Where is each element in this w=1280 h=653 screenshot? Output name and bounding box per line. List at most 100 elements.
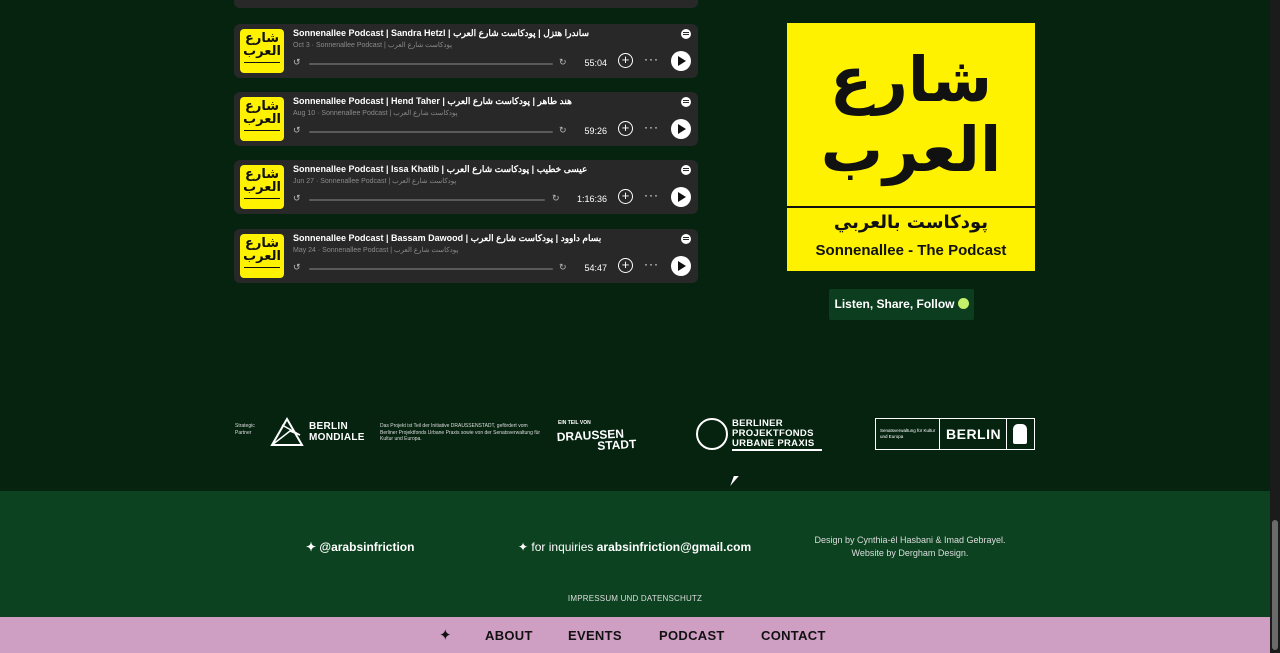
cover-tagline: پودكاست بالعربي [833,212,989,233]
artwork-text: العرب [243,44,281,59]
projektfonds-underline [732,449,822,451]
more-options-icon[interactable]: ··· [644,257,659,271]
berlin-mondiale-logo[interactable]: BERLIN MONDIALE [309,421,365,443]
play-button[interactable] [671,256,691,276]
add-icon[interactable]: + [618,189,633,204]
episode-artwork: شارع العرب [240,234,284,278]
cover-title-line-2: العرب [820,113,1002,186]
berlin-mondiale-logo-icon [270,417,304,446]
logo-divider [939,419,940,449]
episode-card[interactable]: شارع العرب Sonnenallee Podcast | Bassam … [234,229,698,283]
podcast-icon [957,298,969,309]
episode-duration: 54:47 [584,263,607,273]
listen-button-label: Listen, Share, Follow [834,297,955,311]
strategic-partner-label: Strategic Partner [235,423,255,437]
impressum-link[interactable]: IMPRESSUM UND DATENSCHUTZ [0,594,1270,603]
episode-card[interactable]: شارع العرب Sonnenallee Podcast | Hend Ta… [234,92,698,146]
artwork-divider [244,198,280,199]
episode-artwork: شارع العرب [240,29,284,73]
episode-card[interactable]: شارع العرب Sonnenallee Podcast | Sandra … [234,24,698,78]
more-options-icon[interactable]: ··· [644,52,659,66]
forward-15-icon[interactable]: ↻ [559,262,567,273]
episode-meta: Aug 10 · Sonnenallee Podcast | پودكاست ش… [293,110,458,117]
episode-meta: Oct 3 · Sonnenallee Podcast | پودكاست شا… [293,42,453,49]
more-options-icon[interactable]: ··· [644,188,659,202]
add-icon[interactable]: + [618,53,633,68]
logo-divider [1006,419,1007,449]
listen-share-follow-button[interactable]: Listen, Share, Follow [829,289,974,320]
instagram-handle-link[interactable]: ✦ @arabsinfriction [306,540,414,554]
star-icon[interactable]: ✦ [439,626,452,644]
project-funding-text: Das Projekt ist Teil der Initiative DRAU… [380,423,541,442]
page-scrollbar[interactable] [1270,0,1280,653]
rewind-15-icon[interactable]: ↺ [293,57,301,68]
spotify-icon[interactable] [681,29,691,39]
episode-card-partial [234,0,698,8]
play-button[interactable] [671,51,691,71]
rewind-15-icon[interactable]: ↺ [293,262,301,273]
forward-15-icon[interactable]: ↻ [559,57,567,68]
forward-15-icon[interactable]: ↻ [559,125,567,136]
inquiry-text: ✦ for inquiries arabsinfriction@gmail.co… [518,540,751,554]
inquiry-prefix: ✦ for inquiries [518,540,597,554]
projektfonds-logo-icon [696,418,728,450]
episode-duration: 55:04 [584,58,607,68]
progress-track[interactable] [309,63,553,65]
cover-title-line-1: شارع [829,43,993,116]
email-link[interactable]: arabsinfriction@gmail.com [597,540,751,554]
add-icon[interactable]: + [618,258,633,273]
nav-events[interactable]: EVENTS [568,628,622,643]
logo-text-line: BERLIN [309,421,349,432]
cover-divider [787,206,1035,208]
podcast-cover: شارع العرب پودكاست بالعربي Sonnenallee -… [787,23,1035,271]
nav-about[interactable]: ABOUT [485,628,533,643]
credits-line[interactable]: Website by Dergham Design. [780,547,1040,560]
episode-title[interactable]: Sonnenallee Podcast | Hend Taher | هند ط… [293,96,673,107]
episode-artwork: شارع العرب [240,165,284,209]
episode-duration: 59:26 [584,126,607,136]
episode-duration: 1:16:36 [576,194,607,204]
episode-card[interactable]: شارع العرب Sonnenallee Podcast | Issa Kh… [234,160,698,214]
draussenstadt-small-label: EIN TEIL VON [558,420,591,426]
bottom-navigation: ✦ ABOUT EVENTS PODCAST CONTACT [0,617,1270,653]
more-options-icon[interactable]: ··· [644,120,659,134]
mouse-cursor-icon [730,476,739,486]
projektfonds-logo[interactable]: BERLINER PROJEKTFONDS URBANE PRAXIS [732,419,815,449]
episode-title[interactable]: Sonnenallee Podcast | Issa Khatib | عيسى… [293,164,673,175]
senat-berlin-text: BERLIN [946,426,1002,442]
rewind-15-icon[interactable]: ↺ [293,193,301,204]
progress-track[interactable] [309,199,545,201]
nav-podcast[interactable]: PODCAST [659,628,725,643]
berlin-bear-icon [1013,424,1027,444]
senat-label: Senatsverwaltung für Kultur und Europa [880,428,936,439]
spotify-icon[interactable] [681,97,691,107]
play-button[interactable] [671,187,691,207]
credits-line[interactable]: Design by Cynthia-él Hasbani & Imad Gebr… [780,534,1040,547]
episode-artwork: شارع العرب [240,97,284,141]
progress-track[interactable] [309,131,553,133]
episode-meta: Jun 27 · Sonnenallee Podcast | پودكاست ش… [293,178,457,185]
logo-text-line: MONDIALE [309,432,365,443]
draussenstadt-logo[interactable]: DRAUSSEN STADT [556,427,636,454]
partner-label-line: Strategic [235,423,255,429]
spotify-icon[interactable] [681,234,691,244]
footer: ✦ @arabsinfriction ✦ for inquiries arabs… [0,491,1270,617]
artwork-text: العرب [243,249,281,264]
episode-meta: May 24 · Sonnenallee Podcast | پودكاست ش… [293,247,459,254]
forward-15-icon[interactable]: ↻ [552,193,560,204]
episode-title[interactable]: Sonnenallee Podcast | Sandra Hetzl | سان… [293,28,673,39]
progress-track[interactable] [309,268,553,270]
play-button[interactable] [671,119,691,139]
artwork-text: العرب [243,180,281,195]
nav-contact[interactable]: CONTACT [761,628,826,643]
design-credits: Design by Cynthia-él Hasbani & Imad Gebr… [780,534,1040,560]
scrollbar-thumb[interactable] [1272,520,1278,650]
spotify-icon[interactable] [681,165,691,175]
logo-text-line: URBANE PRAXIS [732,438,815,449]
episode-title[interactable]: Sonnenallee Podcast | Bassam Dawood | بس… [293,233,673,244]
add-icon[interactable]: + [618,121,633,136]
artwork-divider [244,62,280,63]
artwork-text: العرب [243,112,281,127]
rewind-15-icon[interactable]: ↺ [293,125,301,136]
senatsverwaltung-logo[interactable]: Senatsverwaltung für Kultur und Europa B… [875,418,1035,450]
